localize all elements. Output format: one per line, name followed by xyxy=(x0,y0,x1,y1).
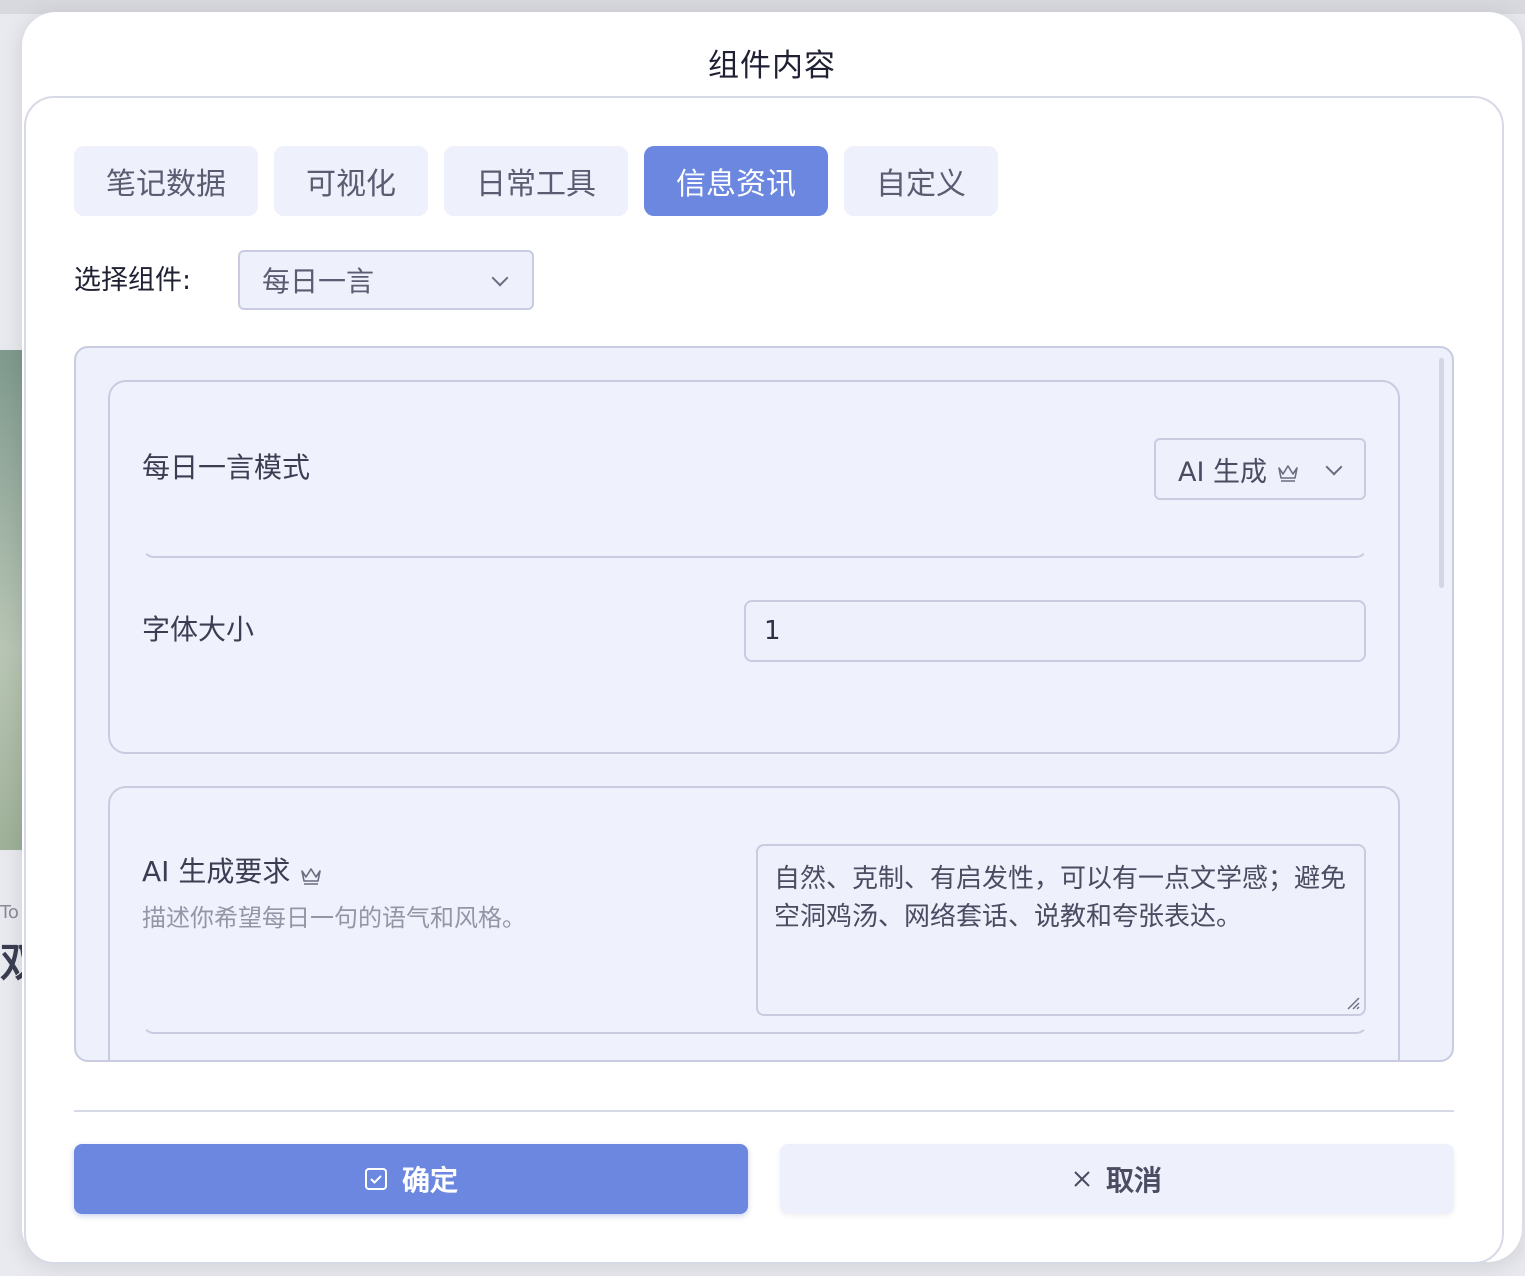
resize-handle-icon[interactable] xyxy=(1346,996,1360,1010)
row-divider xyxy=(142,546,1368,558)
component-select-value: 每日一言 xyxy=(262,265,375,298)
ai-request-label: AI 生成要求 xyxy=(142,855,291,888)
chevron-down-icon xyxy=(491,269,509,287)
settings-card-ai: AI 生成要求 描述你希望每日一句的语气和风格。 自然、克制、有启发性，可以有一… xyxy=(108,786,1400,1060)
ai-request-title: AI 生成要求 xyxy=(142,850,322,890)
settings-card-basic: 每日一言模式 AI 生成 字体大小 1 xyxy=(108,380,1400,754)
row-divider xyxy=(142,1022,1368,1034)
font-size-input[interactable]: 1 xyxy=(744,600,1366,662)
component-content-dialog: 组件内容 笔记数据 可视化 日常工具 信息资讯 自定义 选择组件: 每日一言 每… xyxy=(22,12,1522,1264)
tab-notes-data[interactable]: 笔记数据 xyxy=(74,146,258,216)
background-image xyxy=(0,350,22,850)
cancel-button[interactable]: 取消 xyxy=(780,1144,1454,1214)
dialog-title: 组件内容 xyxy=(708,48,836,84)
tab-daily-tools[interactable]: 日常工具 xyxy=(444,146,628,216)
font-size-label: 字体大小 xyxy=(142,613,255,646)
ai-request-textarea[interactable]: 自然、克制、有启发性，可以有一点文学感；避免空洞鸡汤、网络套话、说教和夸张表达。 xyxy=(756,844,1366,1016)
tab-information[interactable]: 信息资讯 xyxy=(644,146,828,216)
tab-custom[interactable]: 自定义 xyxy=(844,146,998,216)
scrollbar[interactable] xyxy=(1439,358,1444,588)
tab-visualization[interactable]: 可视化 xyxy=(274,146,428,216)
close-icon xyxy=(1072,1169,1092,1189)
crown-icon xyxy=(300,860,322,885)
confirm-button[interactable]: 确定 xyxy=(74,1144,748,1214)
settings-panel: 每日一言模式 AI 生成 字体大小 1 AI 生成要求 描述你希望每日一句的语气… xyxy=(74,346,1454,1062)
cancel-label: 取消 xyxy=(1105,1164,1162,1197)
background-text: To xyxy=(0,902,19,923)
chevron-down-icon xyxy=(1325,458,1343,476)
checkbox-icon xyxy=(364,1167,388,1191)
footer-divider xyxy=(74,1110,1454,1112)
component-select[interactable]: 每日一言 xyxy=(238,250,534,310)
ai-request-value: 自然、克制、有启发性，可以有一点文学感；避免空洞鸡汤、网络套话、说教和夸张表达。 xyxy=(774,864,1347,932)
dialog-body: 笔记数据 可视化 日常工具 信息资讯 自定义 选择组件: 每日一言 每日一言模式… xyxy=(24,96,1504,1264)
mode-select[interactable]: AI 生成 xyxy=(1154,438,1366,500)
crown-icon xyxy=(1277,459,1299,482)
category-tabs: 笔记数据 可视化 日常工具 信息资讯 自定义 xyxy=(74,146,998,216)
component-select-label: 选择组件: xyxy=(74,265,192,296)
confirm-label: 确定 xyxy=(401,1164,458,1197)
background-heading: 双 xyxy=(0,940,22,986)
mode-select-value: AI 生成 xyxy=(1178,456,1268,488)
mode-label: 每日一言模式 xyxy=(142,451,311,484)
ai-request-description: 描述你希望每日一句的语气和风格。 xyxy=(142,904,526,932)
